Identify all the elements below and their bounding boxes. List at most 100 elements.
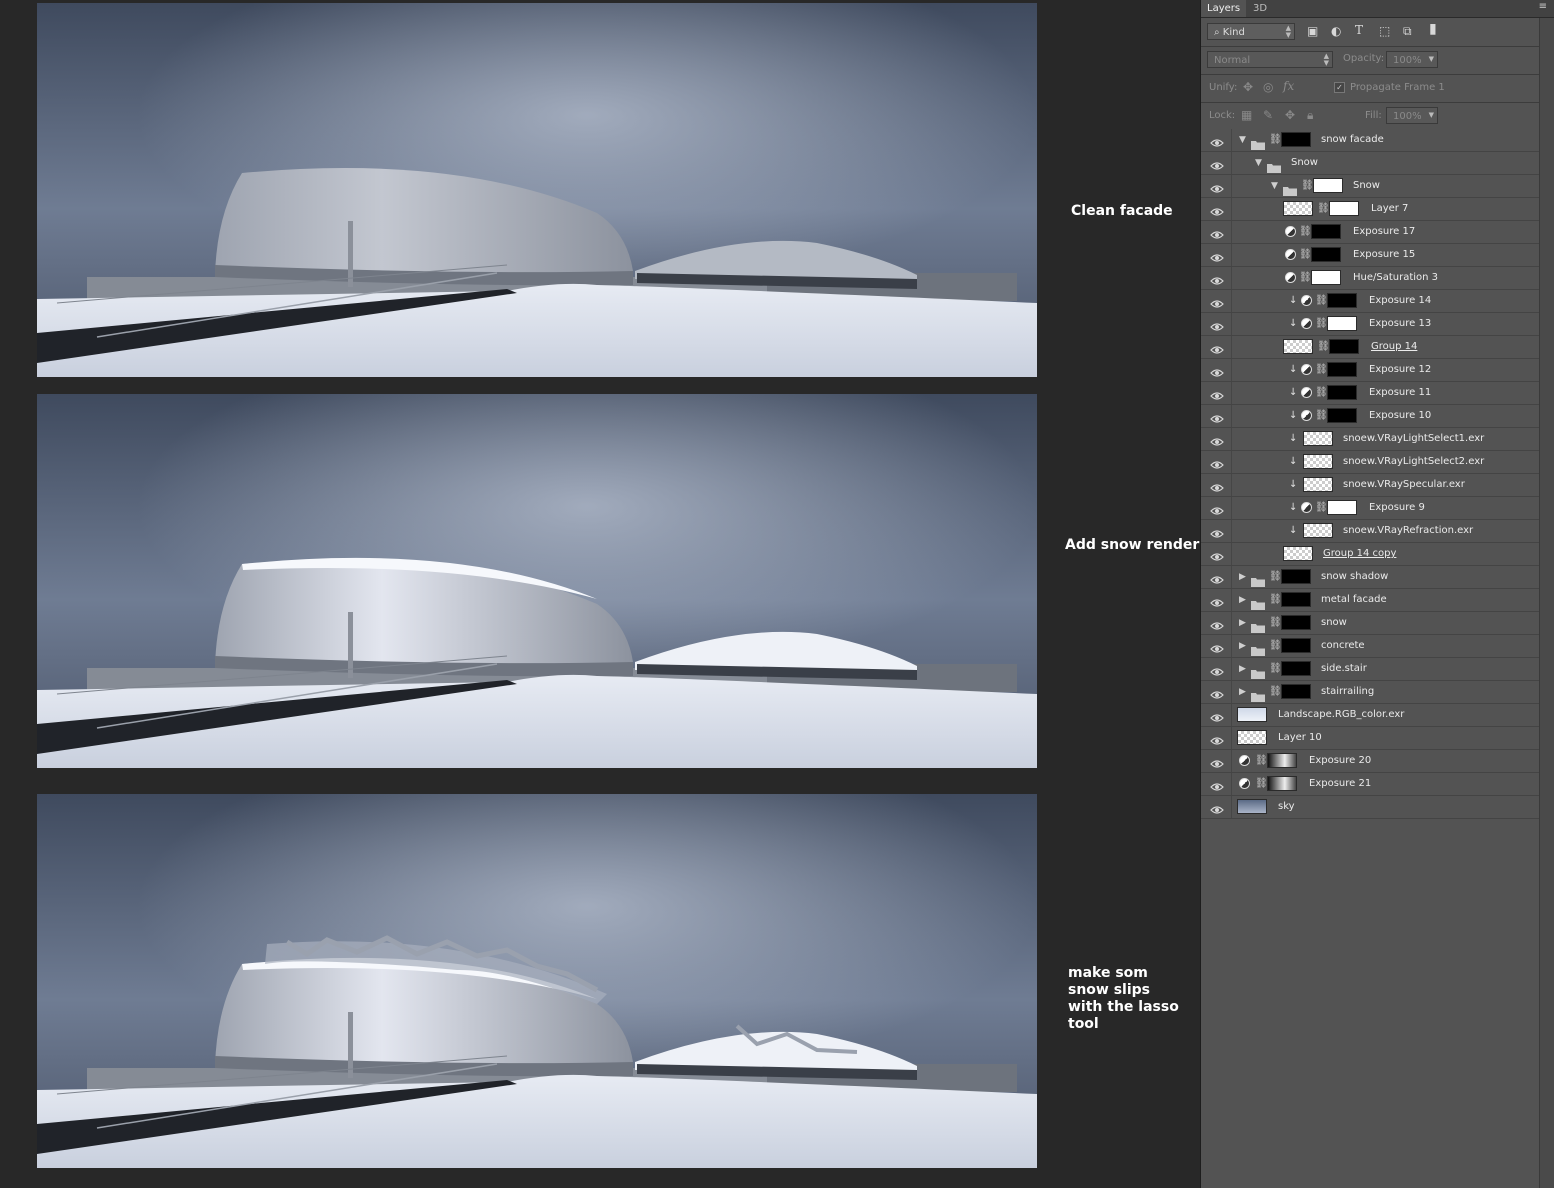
layer-name[interactable]: Exposure 14	[1369, 294, 1431, 308]
tab-layers[interactable]: Layers	[1201, 0, 1247, 17]
visibility-eye-icon[interactable]	[1210, 663, 1224, 676]
layer-name[interactable]: Exposure 17	[1353, 225, 1415, 239]
layer-mask-thumbnail[interactable]	[1267, 753, 1297, 768]
opacity-input[interactable]: 100% ▼	[1386, 51, 1438, 68]
layer-name[interactable]: Snow	[1353, 179, 1380, 193]
layer-row[interactable]: ▼ Snow	[1201, 152, 1539, 175]
layer-mask-thumbnail[interactable]	[1327, 385, 1357, 400]
visibility-eye-icon[interactable]	[1210, 525, 1224, 538]
pixel-filter-icon[interactable]: ▣	[1307, 24, 1318, 38]
layer-name[interactable]: Exposure 21	[1309, 777, 1371, 791]
link-chain-icon[interactable]: ⛓	[1255, 754, 1268, 768]
layer-row[interactable]: ⛓ Group 14	[1201, 336, 1539, 359]
layer-name[interactable]: snow facade	[1321, 133, 1384, 147]
layer-row[interactable]: ⛓ Hue/Saturation 3	[1201, 267, 1539, 290]
layer-name[interactable]: Layer 10	[1278, 731, 1322, 745]
visibility-eye-icon[interactable]	[1210, 686, 1224, 699]
visibility-eye-icon[interactable]	[1210, 456, 1224, 469]
layer-thumbnail[interactable]	[1303, 454, 1333, 469]
layer-mask-thumbnail[interactable]	[1311, 224, 1341, 239]
visibility-eye-icon[interactable]	[1210, 433, 1224, 446]
layer-mask-thumbnail[interactable]	[1311, 247, 1341, 262]
visibility-eye-icon[interactable]	[1210, 410, 1224, 423]
link-chain-icon[interactable]: ⛓	[1315, 501, 1328, 515]
visibility-eye-icon[interactable]	[1210, 387, 1224, 400]
panel-menu-icon[interactable]: ≡	[1539, 1, 1547, 12]
filter-toggle-icon[interactable]: ▮	[1429, 22, 1437, 36]
layer-name[interactable]: snoew.VRayRefraction.exr	[1343, 524, 1473, 538]
layer-name[interactable]: Exposure 13	[1369, 317, 1431, 331]
visibility-eye-icon[interactable]	[1210, 502, 1224, 515]
layer-mask-thumbnail[interactable]	[1281, 615, 1311, 630]
layer-name[interactable]: snoew.VRaySpecular.exr	[1343, 478, 1465, 492]
collapse-arrow-icon[interactable]: ▼	[1271, 179, 1278, 193]
layer-thumbnail[interactable]	[1237, 730, 1267, 745]
layer-row[interactable]: ↓ snoew.VRayRefraction.exr	[1201, 520, 1539, 543]
link-chain-icon[interactable]: ⛓	[1317, 202, 1330, 216]
layer-mask-thumbnail[interactable]	[1327, 293, 1357, 308]
layer-thumbnail[interactable]	[1303, 477, 1333, 492]
layer-name[interactable]: snow shadow	[1321, 570, 1388, 584]
visibility-eye-icon[interactable]	[1210, 571, 1224, 584]
layer-name[interactable]: metal facade	[1321, 593, 1387, 607]
layer-name[interactable]: Exposure 9	[1369, 501, 1425, 515]
layer-name[interactable]: Exposure 10	[1369, 409, 1431, 423]
layer-row[interactable]: ▼ ⛓ Snow	[1201, 175, 1539, 198]
link-chain-icon[interactable]: ⛓	[1315, 294, 1328, 308]
expand-arrow-icon[interactable]: ▶	[1239, 662, 1246, 676]
filter-kind-select[interactable]: ⌕ Kind ▲ ▼	[1207, 23, 1295, 40]
layer-thumbnail[interactable]	[1283, 201, 1313, 216]
document-canvas[interactable]: Clean facade Add snow render make som sn…	[0, 0, 1200, 1188]
expand-arrow-icon[interactable]: ▶	[1239, 685, 1246, 699]
layer-row[interactable]: ⛓ Exposure 15	[1201, 244, 1539, 267]
layer-row[interactable]: ⛓ Layer 7	[1201, 198, 1539, 221]
link-chain-icon[interactable]: ⛓	[1269, 639, 1282, 653]
layer-name[interactable]: Landscape.RGB_color.exr	[1278, 708, 1404, 722]
layer-mask-thumbnail[interactable]	[1281, 684, 1311, 699]
layer-thumbnail[interactable]	[1283, 339, 1313, 354]
visibility-eye-icon[interactable]	[1210, 594, 1224, 607]
layer-name[interactable]: Exposure 20	[1309, 754, 1371, 768]
layer-mask-thumbnail[interactable]	[1267, 776, 1297, 791]
layer-name[interactable]: snoew.VRayLightSelect2.exr	[1343, 455, 1484, 469]
layer-mask-thumbnail[interactable]	[1281, 592, 1311, 607]
layer-name[interactable]: Exposure 11	[1369, 386, 1431, 400]
layer-row[interactable]: ▶ ⛓ side.stair	[1201, 658, 1539, 681]
layer-name[interactable]: Exposure 15	[1353, 248, 1415, 262]
layer-row[interactable]: ↓ ⛓ Exposure 9	[1201, 497, 1539, 520]
lock-image-icon[interactable]: ✎	[1263, 108, 1273, 122]
layer-row[interactable]: ↓ ⛓ Exposure 14	[1201, 290, 1539, 313]
visibility-eye-icon[interactable]	[1210, 479, 1224, 492]
layer-mask-thumbnail[interactable]	[1327, 408, 1357, 423]
layer-name[interactable]: side.stair	[1321, 662, 1367, 676]
link-chain-icon[interactable]: ⛓	[1269, 662, 1282, 676]
layer-thumbnail[interactable]	[1237, 799, 1267, 814]
link-chain-icon[interactable]: ⛓	[1269, 593, 1282, 607]
layer-row[interactable]: ▶ ⛓ metal facade	[1201, 589, 1539, 612]
layer-mask-thumbnail[interactable]	[1281, 569, 1311, 584]
link-chain-icon[interactable]: ⛓	[1299, 271, 1312, 285]
layer-row[interactable]: ↓ ⛓ Exposure 10	[1201, 405, 1539, 428]
lock-transparent-icon[interactable]: ▦	[1241, 108, 1252, 122]
layer-row[interactable]: sky	[1201, 796, 1539, 819]
visibility-eye-icon[interactable]	[1210, 157, 1224, 170]
layer-row[interactable]: Landscape.RGB_color.exr	[1201, 704, 1539, 727]
fill-input[interactable]: 100% ▼	[1386, 107, 1438, 124]
link-chain-icon[interactable]: ⛓	[1269, 133, 1282, 147]
expand-arrow-icon[interactable]: ▶	[1239, 639, 1246, 653]
visibility-eye-icon[interactable]	[1210, 249, 1224, 262]
visibility-eye-icon[interactable]	[1210, 778, 1224, 791]
layer-row[interactable]: ⛓ Exposure 17	[1201, 221, 1539, 244]
link-chain-icon[interactable]: ⛓	[1315, 363, 1328, 377]
link-chain-icon[interactable]: ⛓	[1269, 685, 1282, 699]
expand-arrow-icon[interactable]: ▶	[1239, 616, 1246, 630]
layer-mask-thumbnail[interactable]	[1327, 500, 1357, 515]
layer-name[interactable]: Hue/Saturation 3	[1353, 271, 1438, 285]
visibility-eye-icon[interactable]	[1210, 272, 1224, 285]
link-chain-icon[interactable]: ⛓	[1299, 225, 1312, 239]
link-chain-icon[interactable]: ⛓	[1315, 409, 1328, 423]
link-chain-icon[interactable]: ⛓	[1269, 570, 1282, 584]
layer-row[interactable]: ▶ ⛓ concrete	[1201, 635, 1539, 658]
layer-name[interactable]: concrete	[1321, 639, 1365, 653]
layer-name[interactable]: Snow	[1291, 156, 1318, 170]
